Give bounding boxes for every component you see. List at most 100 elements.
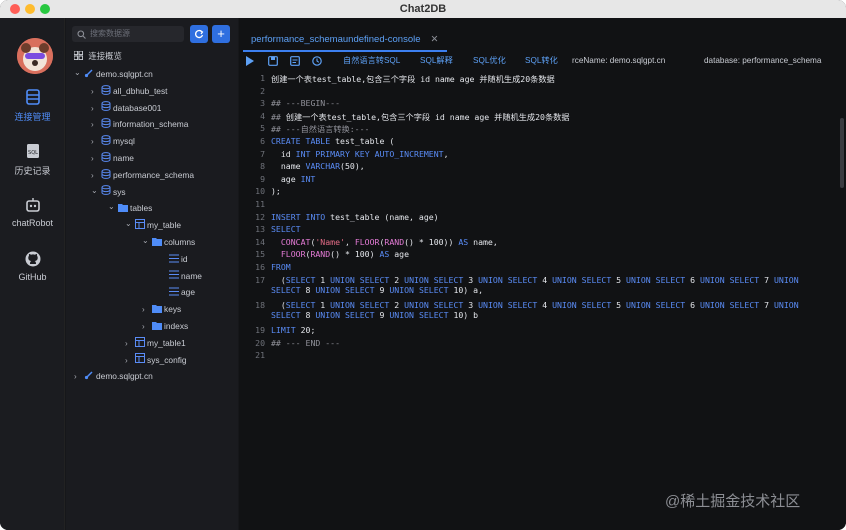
tree-item[interactable]: name — [159, 268, 202, 284]
chevron-right-icon[interactable]: › — [142, 319, 152, 335]
overview-label: 连接概览 — [88, 51, 122, 61]
tree-item[interactable]: › keys — [142, 301, 181, 317]
play-icon — [246, 56, 254, 66]
column-icon — [169, 285, 181, 301]
chevron-right-icon[interactable]: › — [91, 101, 101, 117]
tree-item-label: performance_schema — [113, 169, 194, 180]
tree-item-label: sys — [113, 186, 126, 197]
sql-optimize-button[interactable]: SQL优化 — [473, 54, 506, 68]
chevron-right-icon[interactable]: › — [91, 134, 101, 150]
tree-item[interactable]: › indexs — [142, 318, 188, 334]
tree-item[interactable]: id — [159, 251, 188, 267]
search-placeholder: 搜索数据源 — [90, 29, 130, 38]
connection-overview[interactable]: 连接概览 — [73, 48, 122, 65]
folder-icon — [152, 319, 164, 335]
line-number: 17 — [255, 274, 265, 285]
chevron-right-icon[interactable]: › — [125, 336, 135, 352]
chevron-right-icon[interactable]: › — [74, 369, 84, 385]
refresh-button[interactable] — [190, 25, 208, 43]
tree-item[interactable]: ⌄ columns — [142, 234, 195, 250]
editor-scrollbar[interactable] — [840, 118, 844, 188]
chevron-down-icon[interactable]: ⌄ — [91, 183, 101, 199]
nl-to-sql-button[interactable]: 自然语言转SQL — [343, 54, 400, 68]
tree-item[interactable]: › mysql — [91, 133, 135, 149]
svg-text:SQL: SQL — [28, 150, 38, 156]
search-icon — [77, 30, 86, 39]
line-number: 18 — [255, 299, 265, 310]
close-icon[interactable]: ✕ — [431, 34, 439, 45]
table-icon — [135, 218, 147, 234]
tab-console[interactable]: performance_schemaundefined-console ✕ — [243, 28, 447, 52]
code-line: ## ---自然语言转换:--- — [271, 124, 370, 135]
line-number: 19 — [255, 325, 265, 335]
add-connection-button[interactable]: + — [212, 25, 230, 43]
search-input[interactable]: 搜索数据源 — [72, 26, 184, 42]
column-icon — [169, 252, 181, 268]
avatar[interactable] — [17, 38, 53, 74]
chevron-right-icon[interactable]: › — [91, 151, 101, 167]
line-number: 2 — [260, 85, 265, 96]
sql-convert-button[interactable]: SQL转化 — [525, 54, 558, 68]
nav-connection-management[interactable]: 连接管理 — [0, 88, 65, 123]
plus-icon: + — [217, 26, 225, 41]
close-window-button[interactable] — [10, 4, 20, 14]
database-select[interactable]: database: performance_schema — [704, 54, 821, 68]
chevron-down-icon[interactable]: ⌄ — [108, 199, 118, 215]
chevron-down-icon[interactable]: ⌄ — [142, 233, 152, 249]
robot-icon — [25, 198, 40, 212]
sql-explain-button[interactable]: SQL解释 — [420, 54, 453, 68]
code-line: SELECT — [271, 224, 301, 235]
nav-label: GitHub — [18, 272, 47, 282]
tree-item[interactable]: › name — [91, 150, 134, 166]
save-button[interactable] — [268, 54, 278, 71]
nav-chatrobot[interactable]: chatRobot — [0, 196, 65, 228]
minimize-window-button[interactable] — [25, 4, 35, 14]
tree-item[interactable]: ⌄ tables — [108, 200, 152, 216]
nav-github[interactable]: GitHub — [0, 250, 65, 282]
database-icon — [25, 89, 40, 105]
chevron-right-icon[interactable]: › — [91, 168, 101, 184]
table-icon — [135, 352, 147, 368]
editor-toolbar: 自然语言转SQL SQL解释 SQL优化 SQL转化 rceName: demo… — [239, 54, 846, 68]
chevron-right-icon[interactable]: › — [142, 302, 152, 318]
database-icon — [101, 117, 113, 133]
tree-item-label: tables — [130, 203, 153, 214]
chevron-down-icon[interactable]: ⌄ — [125, 216, 135, 232]
tree-item[interactable]: › information_schema — [91, 116, 188, 132]
code-line: age INT — [271, 173, 316, 184]
chevron-right-icon[interactable]: › — [91, 117, 101, 133]
tree-item-label: sys_config — [147, 354, 187, 365]
window-title: Chat2DB — [399, 3, 447, 15]
tree-item-label: information_schema — [113, 119, 189, 130]
connection-icon — [84, 369, 96, 385]
chevron-down-icon[interactable]: ⌄ — [74, 65, 84, 81]
grid-icon — [73, 49, 86, 65]
source-name-select[interactable]: rceName: demo.sqlgpt.cn — [572, 54, 665, 68]
line-number: 13 — [255, 224, 265, 235]
tree-item[interactable]: › database001 — [91, 100, 161, 116]
tree-item-label: mysql — [113, 136, 135, 147]
tree-item-label: all_dbhub_test — [113, 85, 168, 96]
tree-item[interactable]: › my_table1 — [125, 335, 186, 351]
tree-item[interactable]: › demo.sqlgpt.cn — [74, 368, 153, 384]
tree-item[interactable]: age — [159, 284, 195, 300]
run-button[interactable] — [245, 54, 255, 71]
line-number: 11 — [255, 199, 265, 209]
tree-item[interactable]: ⌄ demo.sqlgpt.cn — [74, 66, 153, 82]
tree-item-label: my_table — [147, 220, 181, 231]
tree-item[interactable]: ⌄ my_table — [125, 217, 181, 233]
tree-item[interactable]: › all_dbhub_test — [91, 83, 167, 99]
nav-history[interactable]: SQL 历史记录 — [0, 142, 65, 177]
tree-item[interactable]: ⌄ sys — [91, 184, 126, 200]
chevron-right-icon[interactable]: › — [125, 353, 135, 369]
database-icon — [101, 100, 113, 116]
format-button[interactable] — [290, 54, 300, 71]
maximize-window-button[interactable] — [40, 4, 50, 14]
line-number: 15 — [255, 249, 265, 260]
chevron-right-icon[interactable]: › — [91, 84, 101, 100]
code-line: ## 创建一个表test_table,包含三个字段 id name age 并随… — [271, 111, 570, 122]
sql-editor[interactable]: 1 创建一个表test_table,包含三个字段 id name age 并随机生… — [239, 70, 846, 530]
tree-item[interactable]: › performance_schema — [91, 167, 194, 183]
history-button[interactable] — [312, 54, 322, 71]
tree-item[interactable]: › sys_config — [125, 352, 187, 368]
